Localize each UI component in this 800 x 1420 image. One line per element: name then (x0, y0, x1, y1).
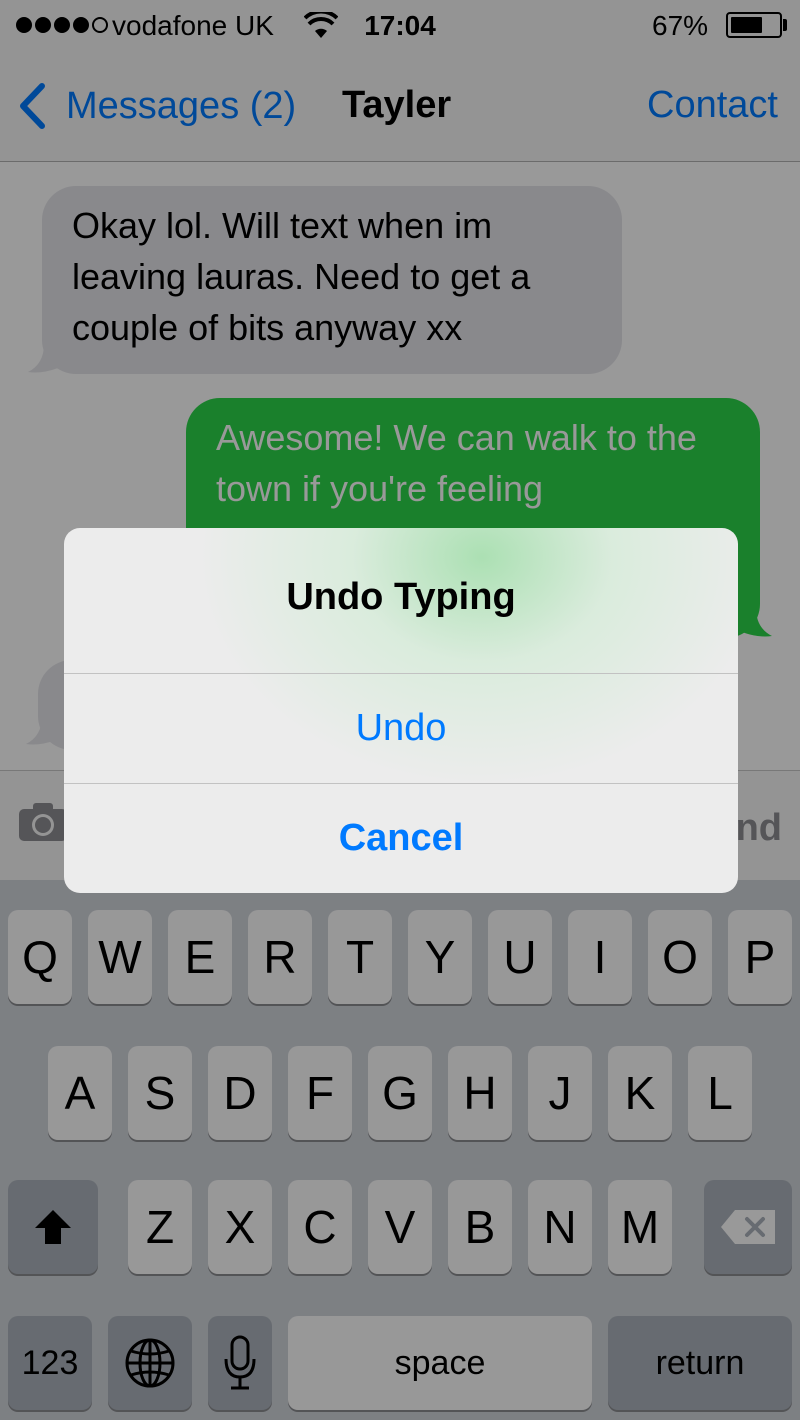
undo-button[interactable]: Undo (64, 674, 738, 782)
cancel-button[interactable]: Cancel (64, 784, 738, 892)
undo-typing-alert: Undo Typing Undo Cancel (64, 528, 738, 893)
alert-title: Undo Typing (286, 576, 516, 618)
